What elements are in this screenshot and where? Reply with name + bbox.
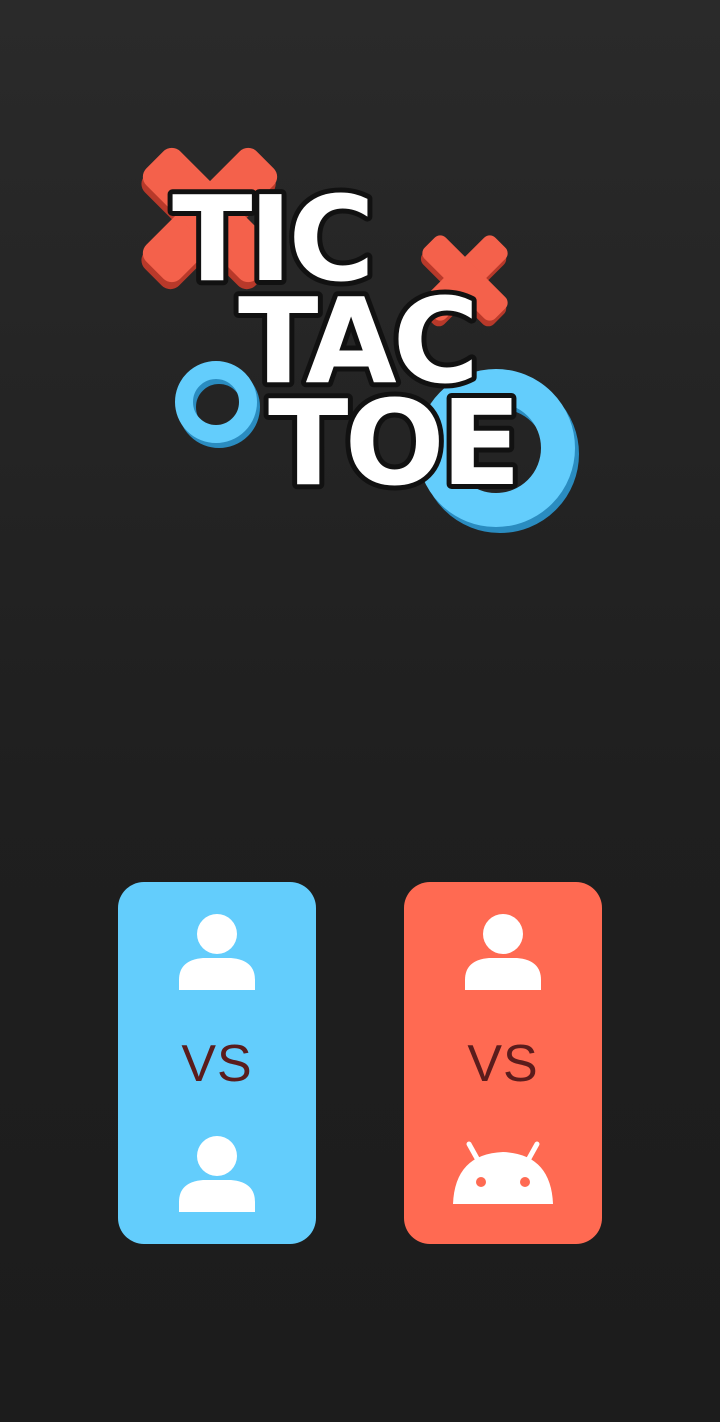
tic-tac-toe-logo: TIC TAC TOE <box>141 147 579 533</box>
player-vs-player-button[interactable]: VS <box>118 882 316 1244</box>
player-vs-computer-button[interactable]: VS <box>404 882 602 1244</box>
logo-word-toe: TOE <box>268 374 517 512</box>
person-icon <box>179 1136 255 1212</box>
vs-label: VS <box>181 1035 253 1093</box>
vs-label: VS <box>467 1035 539 1093</box>
person-icon <box>179 914 255 990</box>
android-icon <box>453 1141 553 1204</box>
person-icon <box>465 914 541 990</box>
